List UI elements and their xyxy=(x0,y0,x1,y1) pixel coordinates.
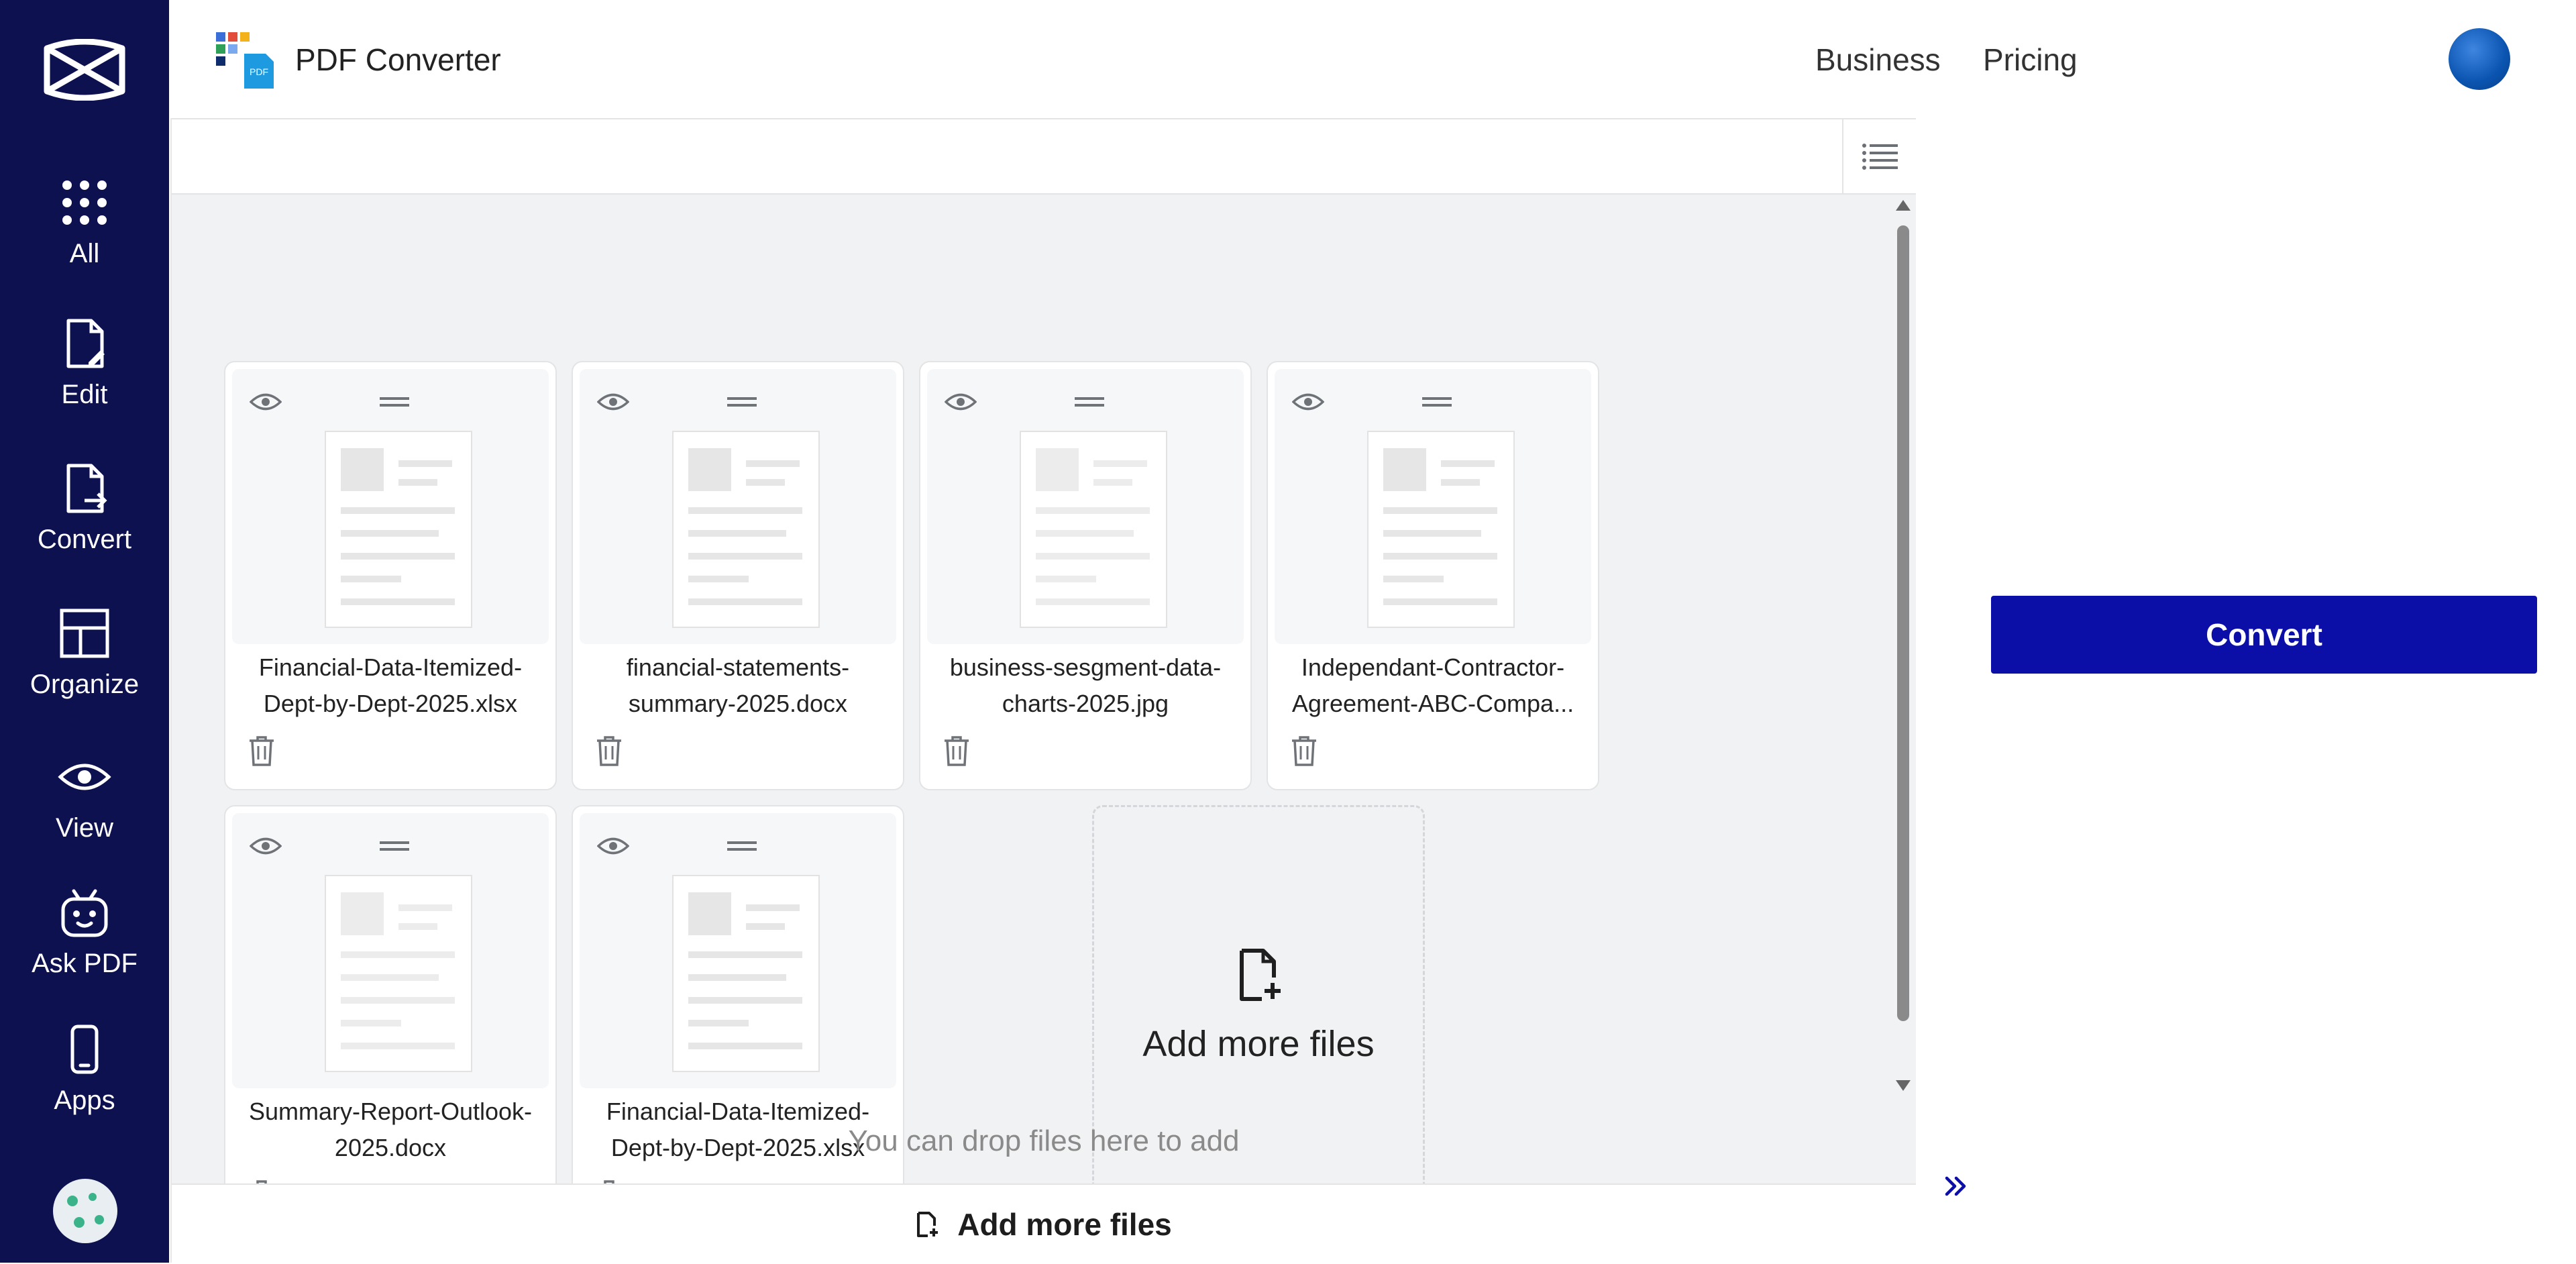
document-thumbnail xyxy=(1367,431,1515,628)
sidebar-item-label: Apps xyxy=(54,1086,115,1115)
scroll-thumb[interactable] xyxy=(1897,225,1909,1021)
preview-eye-icon[interactable] xyxy=(945,392,977,412)
file-card[interactable]: business-sesgment-data-charts-2025.jpg xyxy=(919,361,1252,790)
document-thumbnail xyxy=(325,431,472,628)
sidebar: All Edit Convert Organize View Ask PDF A… xyxy=(0,0,169,1263)
sidebar-item-apps[interactable]: Apps xyxy=(0,1022,169,1157)
file-card[interactable]: Financial-Data-Itemized- Dept-by-Dept-202… xyxy=(572,805,904,1226)
trash-icon[interactable] xyxy=(943,735,970,766)
drop-files-hint: You can drop files here to add xyxy=(848,1124,1240,1157)
drag-handle-icon[interactable] xyxy=(727,840,757,853)
nav-link-pricing[interactable]: Pricing xyxy=(1983,42,2078,78)
add-file-icon xyxy=(917,1212,938,1237)
top-header: PDF PDF Converter Business Pricing xyxy=(169,0,2576,118)
scroll-up-arrow-icon[interactable] xyxy=(1896,200,1911,211)
drag-handle-icon[interactable] xyxy=(727,396,757,409)
file-name: business-sesgment-data-charts-2025.jpg xyxy=(949,653,1222,717)
sidebar-item-label: View xyxy=(56,813,113,843)
drag-handle-icon[interactable] xyxy=(1422,396,1452,409)
drag-handle-icon[interactable] xyxy=(1075,396,1104,409)
drag-handle-icon[interactable] xyxy=(380,396,409,409)
file-name: Financial-Data-Itemized- Dept-by-Dept-202… xyxy=(258,653,523,717)
grid-icon xyxy=(62,180,107,225)
preview-eye-icon[interactable] xyxy=(250,392,282,412)
file-grid: Financial-Data-Itemized- Dept-by-Dept-202… xyxy=(172,193,1889,1226)
document-thumbnail xyxy=(325,875,472,1072)
preview-eye-icon[interactable] xyxy=(250,836,282,856)
sidebar-item-ask-pdf[interactable]: Ask PDF xyxy=(0,886,169,1020)
add-more-files-card[interactable]: Add more files xyxy=(1092,805,1425,1226)
vertical-scrollbar[interactable] xyxy=(1890,193,1913,1226)
add-more-files-label: Add more files xyxy=(1142,1024,1375,1064)
file-card[interactable]: Independant-Contractor- Agreement-ABC-Com… xyxy=(1267,361,1599,790)
file-preview-area xyxy=(580,813,896,1088)
sidebar-item-label: Organize xyxy=(30,670,140,699)
eye-icon xyxy=(58,763,111,790)
pdf-converter-app-icon: PDF xyxy=(216,32,274,89)
preview-eye-icon[interactable] xyxy=(597,836,629,856)
add-file-icon xyxy=(1240,949,1281,1001)
sidebar-item-label: Convert xyxy=(37,525,132,554)
convert-button[interactable]: Convert xyxy=(1991,596,2537,674)
sidebar-item-label: Edit xyxy=(61,380,108,409)
document-thumbnail xyxy=(1020,431,1167,628)
list-view-button[interactable] xyxy=(1842,119,1916,193)
sidebar-item-convert[interactable]: Convert xyxy=(0,462,169,596)
add-more-files-button[interactable]: Add more files xyxy=(172,1183,1916,1264)
drag-handle-icon[interactable] xyxy=(380,840,409,853)
layout-icon xyxy=(60,609,109,658)
file-preview-area xyxy=(1275,369,1591,644)
document-thumbnail xyxy=(672,875,820,1072)
nav-link-business[interactable]: Business xyxy=(1815,42,1941,78)
sidebar-item-all[interactable]: All xyxy=(0,176,169,310)
sidebar-item-view[interactable]: View xyxy=(0,750,169,884)
edit-file-icon xyxy=(66,319,105,368)
file-name: financial-statements-summary-2025.docx xyxy=(626,653,850,717)
file-preview-area xyxy=(232,369,549,644)
document-thumbnail xyxy=(672,431,820,628)
brand-logo-icon[interactable] xyxy=(42,39,127,101)
preview-eye-icon[interactable] xyxy=(597,392,629,412)
trash-icon[interactable] xyxy=(1291,735,1318,766)
file-toolbar xyxy=(172,118,1916,195)
file-preview-area xyxy=(580,369,896,644)
avatar[interactable] xyxy=(2449,28,2510,90)
cookie-icon[interactable] xyxy=(50,1175,121,1247)
file-card[interactable]: Financial-Data-Itemized- Dept-by-Dept-202… xyxy=(224,361,557,790)
file-preview-area xyxy=(927,369,1244,644)
phone-icon xyxy=(70,1024,99,1074)
svg-text:PDF: PDF xyxy=(250,66,268,77)
expand-panel-chevrons-icon[interactable] xyxy=(1943,1173,1970,1200)
convert-file-icon xyxy=(66,464,107,513)
file-card[interactable]: Summary-Report-Outlook- 2025.docx xyxy=(224,805,557,1226)
trash-icon[interactable] xyxy=(248,735,275,766)
file-card[interactable]: financial-statements-summary-2025.docx xyxy=(572,361,904,790)
sidebar-item-label: Ask PDF xyxy=(32,949,138,978)
file-name: Independant-Contractor- Agreement-ABC-Com… xyxy=(1291,653,1574,717)
file-preview-area xyxy=(232,813,549,1088)
trash-icon[interactable] xyxy=(596,735,623,766)
sidebar-item-edit[interactable]: Edit xyxy=(0,317,169,451)
app-title: PDF Converter xyxy=(295,42,501,77)
sidebar-item-label: All xyxy=(69,239,100,268)
file-workspace: Financial-Data-Itemized- Dept-by-Dept-202… xyxy=(170,118,1916,1264)
add-more-files-button-label: Add more files xyxy=(957,1207,1172,1242)
sidebar-item-organize[interactable]: Organize xyxy=(0,607,169,741)
scroll-down-arrow-icon[interactable] xyxy=(1896,1080,1911,1091)
robot-icon xyxy=(61,889,108,937)
list-icon xyxy=(1862,144,1898,170)
preview-eye-icon[interactable] xyxy=(1292,392,1324,412)
